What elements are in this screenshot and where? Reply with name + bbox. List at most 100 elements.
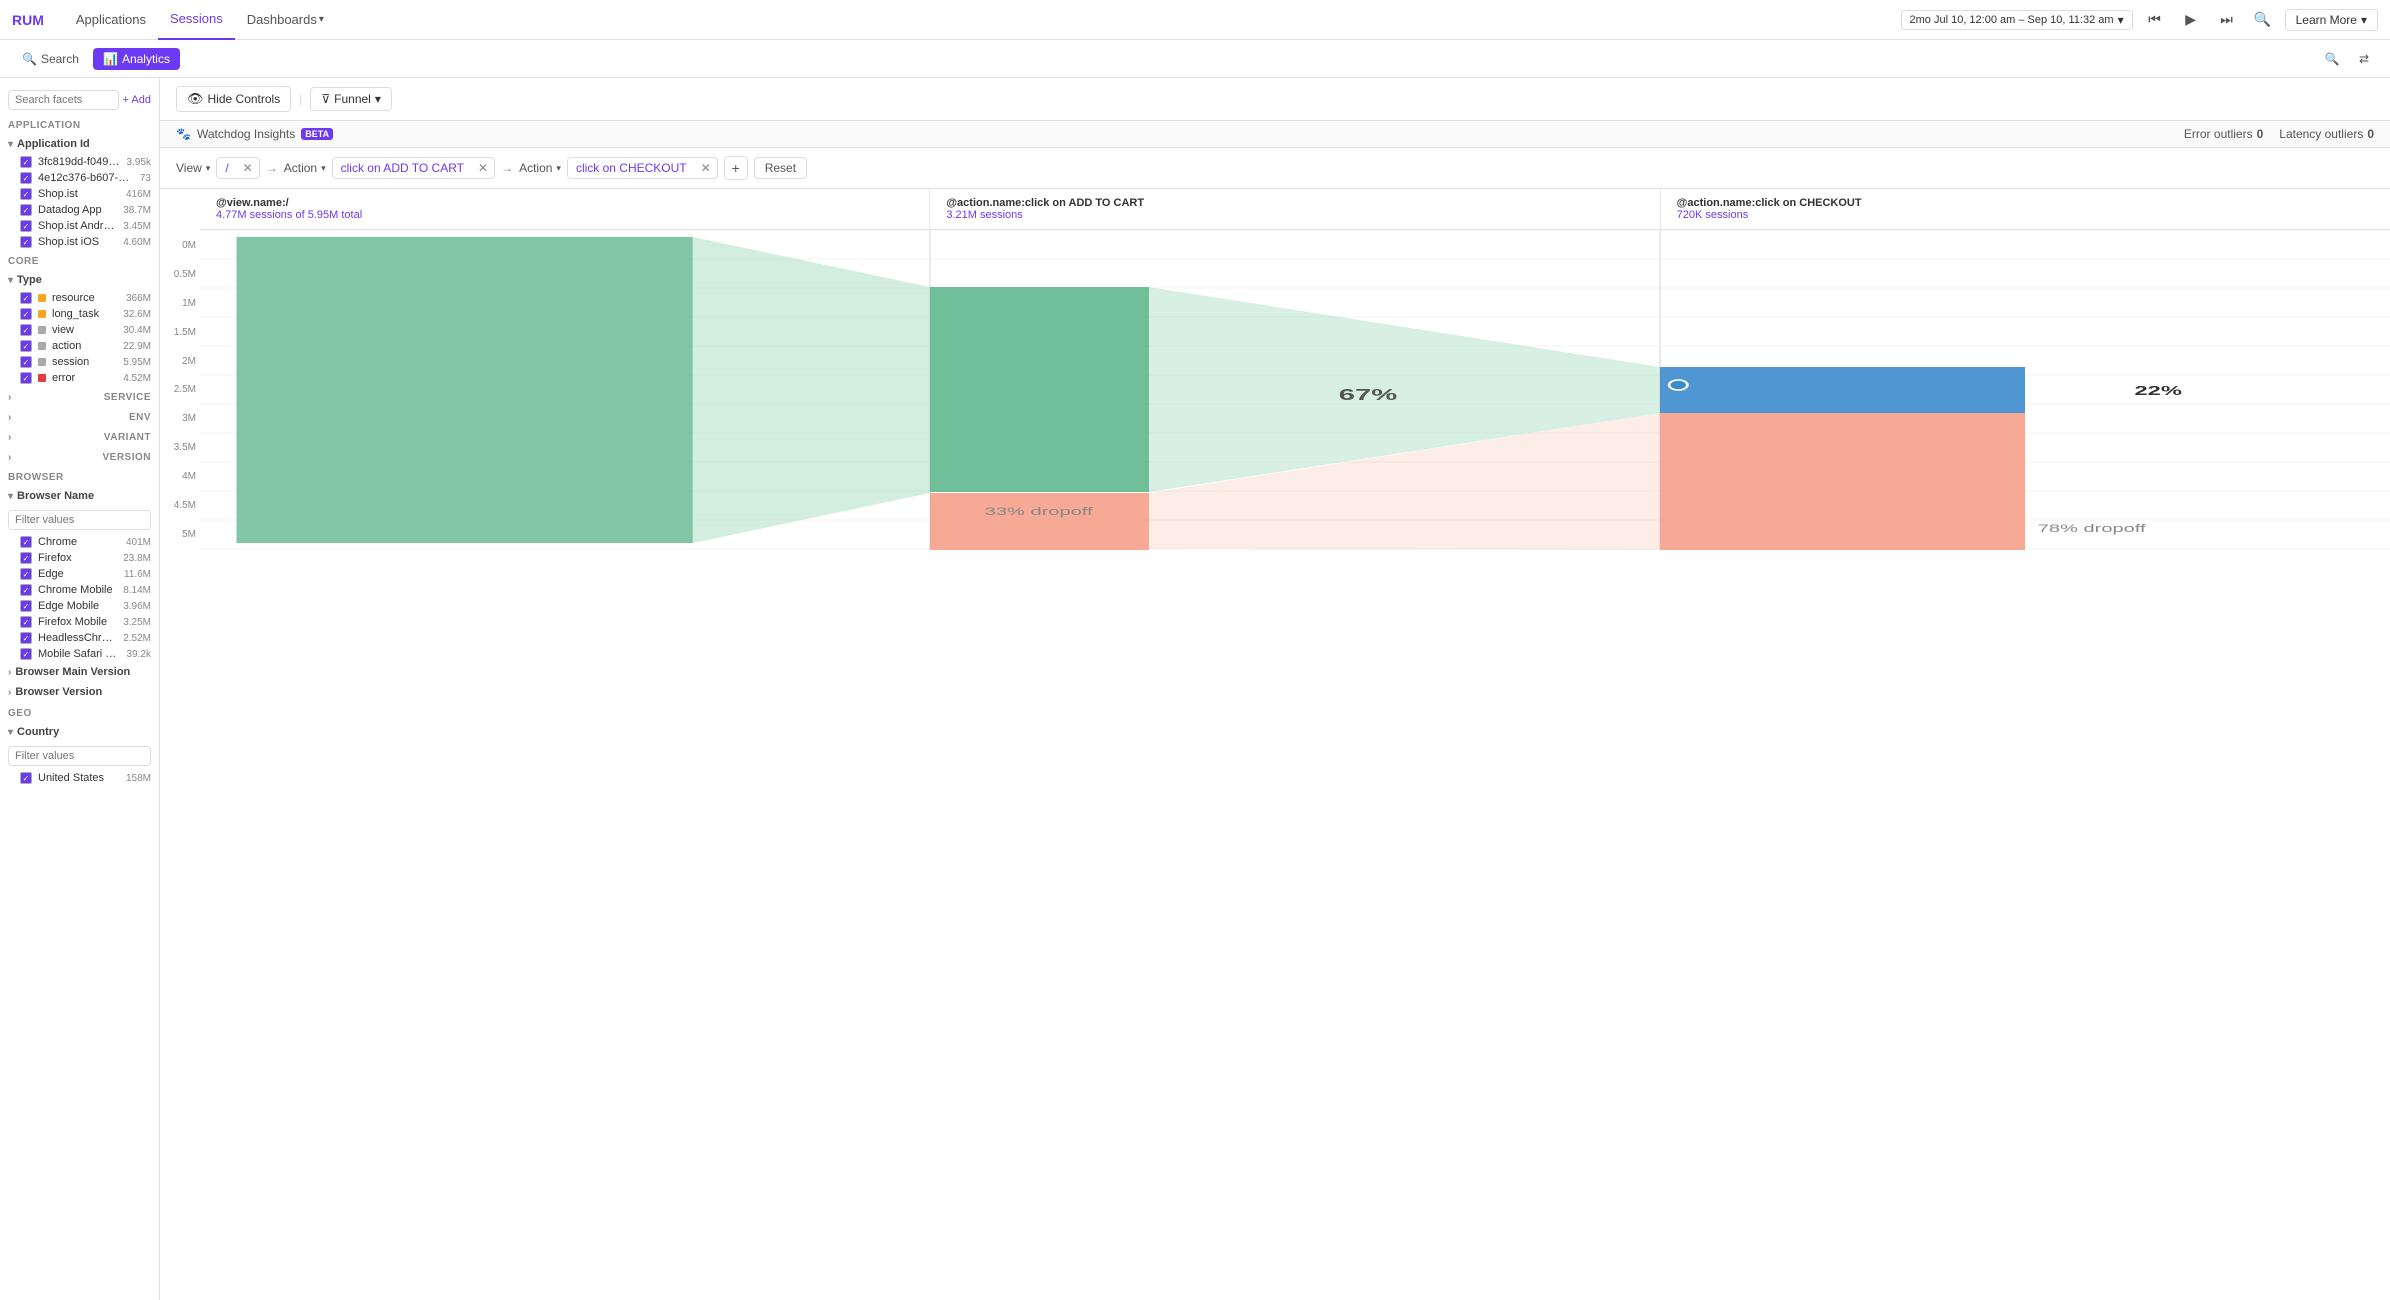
add-filter-button[interactable]: +: [724, 156, 748, 180]
subsection-type[interactable]: ▾ Type: [0, 270, 159, 290]
checkbox-firefox-mobile[interactable]: [20, 616, 32, 628]
list-item[interactable]: Chrome Mobile 8.14M: [0, 582, 159, 598]
subsection-browser-version[interactable]: › Browser Version: [0, 682, 159, 702]
checkbox-type5[interactable]: [20, 356, 32, 368]
search-facets-icon[interactable]: 🔍: [2318, 45, 2346, 73]
list-item[interactable]: HeadlessChrome 2.52M: [0, 630, 159, 646]
checkbox-mobile-safari[interactable]: [20, 648, 32, 660]
chevron-down-icon: ▾: [2361, 13, 2367, 27]
type-color-dot: [38, 342, 46, 350]
rewind-icon[interactable]: ⏮: [2141, 6, 2169, 34]
clear-view-filter[interactable]: ✕: [237, 158, 259, 178]
list-item[interactable]: Shop.ist iOS 4.60M: [0, 234, 159, 250]
checkbox-type6[interactable]: [20, 372, 32, 384]
action2-filter-chip[interactable]: click on CHECKOUT ✕: [567, 157, 718, 179]
clear-action1-filter[interactable]: ✕: [472, 158, 494, 178]
list-item[interactable]: Shop.ist 416M: [0, 186, 159, 202]
reset-button[interactable]: Reset: [754, 157, 807, 179]
funnel-button[interactable]: ⊽ Funnel ▾: [310, 87, 392, 111]
subsection-country[interactable]: ▾ Country: [0, 722, 159, 742]
section-service[interactable]: › Service: [0, 386, 159, 406]
browser-filter-input[interactable]: [8, 510, 151, 530]
list-item[interactable]: 3fc819dd-f049-4bfe-82a... 3.95k: [0, 154, 159, 170]
nav-sessions[interactable]: Sessions: [158, 0, 235, 40]
section-geo[interactable]: GEO: [0, 702, 159, 722]
subsection-application-id[interactable]: ▾ Application Id: [0, 134, 159, 154]
bar-col2-green: [930, 287, 1149, 492]
country-filter-input[interactable]: [8, 746, 151, 766]
checkbox-app1[interactable]: [20, 156, 32, 168]
view-filter-label: View ▾: [176, 161, 210, 175]
checkbox-type2[interactable]: [20, 308, 32, 320]
checkbox-app3[interactable]: [20, 188, 32, 200]
list-item[interactable]: action 22.9M: [0, 338, 159, 354]
chevron-down-icon: ▾: [206, 163, 211, 174]
search-icon: 🔍: [22, 52, 37, 66]
section-application[interactable]: APPLICATION: [0, 114, 159, 134]
y-label-25: 2.5M: [174, 384, 196, 395]
hide-controls-button[interactable]: 👁 Hide Controls: [176, 86, 291, 112]
checkbox-headless[interactable]: [20, 632, 32, 644]
list-item[interactable]: Datadog App 38.7M: [0, 202, 159, 218]
col3-attr-label: @action.name:click on CHECKOUT: [1677, 197, 2374, 209]
checkbox-type4[interactable]: [20, 340, 32, 352]
list-item[interactable]: Firefox 23.8M: [0, 550, 159, 566]
list-item[interactable]: Chrome 401M: [0, 534, 159, 550]
section-core[interactable]: CORE: [0, 250, 159, 270]
section-browser[interactable]: BROWSER: [0, 466, 159, 486]
content-toolbar: 👁 Hide Controls | ⊽ Funnel ▾: [160, 78, 2390, 121]
nav-dashboards[interactable]: Dashboards ▾: [235, 0, 336, 40]
checkbox-edge-mobile[interactable]: [20, 600, 32, 612]
list-item[interactable]: view 30.4M: [0, 322, 159, 338]
checkbox-app6[interactable]: [20, 236, 32, 248]
checkbox-us[interactable]: [20, 772, 32, 784]
cursor-indicator: [1669, 380, 1687, 390]
search-facets-input[interactable]: [8, 90, 119, 110]
list-item[interactable]: Mobile Safari UI/WK... 39.2k: [0, 646, 159, 662]
list-item[interactable]: Shop.ist Android 3.45M: [0, 218, 159, 234]
list-item[interactable]: session 5.95M: [0, 354, 159, 370]
checkbox-type1[interactable]: [20, 292, 32, 304]
fast-forward-icon[interactable]: ⏭: [2213, 6, 2241, 34]
chart-icon: 📊: [103, 52, 118, 66]
main-layout: + Add APPLICATION ▾ Application Id 3fc81…: [0, 78, 2390, 1300]
search-button[interactable]: 🔍 Search: [12, 48, 89, 70]
section-variant[interactable]: › Variant: [0, 426, 159, 446]
checkbox-type3[interactable]: [20, 324, 32, 336]
list-item[interactable]: Edge 11.6M: [0, 566, 159, 582]
list-item[interactable]: Firefox Mobile 3.25M: [0, 614, 159, 630]
section-version[interactable]: › Version: [0, 446, 159, 466]
add-facet-button[interactable]: + Add: [123, 94, 151, 106]
checkbox-chrome[interactable]: [20, 536, 32, 548]
learn-more-button[interactable]: Learn More ▾: [2285, 9, 2378, 31]
search-icon[interactable]: 🔍: [2249, 6, 2277, 34]
view-filter-chip[interactable]: / ✕: [216, 157, 259, 179]
list-item[interactable]: error 4.52M: [0, 370, 159, 386]
subsection-browser-main-version[interactable]: › Browser Main Version: [0, 662, 159, 682]
checkbox-firefox[interactable]: [20, 552, 32, 564]
time-selector[interactable]: 2mo Jul 10, 12:00 am – Sep 10, 11:32 am …: [1901, 10, 2133, 30]
filter-row: View ▾ / ✕ → Action ▾ click on ADD TO CA…: [160, 148, 2390, 189]
analytics-button[interactable]: 📊 Analytics: [93, 48, 180, 70]
list-item[interactable]: long_task 32.6M: [0, 306, 159, 322]
list-item[interactable]: resource 366M: [0, 290, 159, 306]
subsection-browser-name[interactable]: ▾ Browser Name: [0, 486, 159, 506]
nav-applications[interactable]: Applications: [64, 0, 158, 40]
action1-filter-chip[interactable]: click on ADD TO CART ✕: [332, 157, 495, 179]
checkbox-edge[interactable]: [20, 568, 32, 580]
play-icon[interactable]: ▶: [2177, 6, 2205, 34]
checkbox-app2[interactable]: [20, 172, 32, 184]
list-item[interactable]: Edge Mobile 3.96M: [0, 598, 159, 614]
list-item[interactable]: 4e12c376-b607-495d-aa... 73: [0, 170, 159, 186]
chevron-down-icon: ▾: [321, 163, 326, 174]
col1-stats-label: 4.77M sessions of 5.95M total: [216, 209, 913, 221]
checkbox-app5[interactable]: [20, 220, 32, 232]
checkbox-app4[interactable]: [20, 204, 32, 216]
list-item[interactable]: United States 158M: [0, 770, 159, 786]
checkbox-chrome-mobile[interactable]: [20, 584, 32, 596]
y-label-2: 2M: [182, 356, 196, 367]
section-env[interactable]: › Env: [0, 406, 159, 426]
col3-stats-label: 720K sessions: [1677, 209, 2374, 221]
clear-action2-filter[interactable]: ✕: [695, 158, 717, 178]
expand-icon[interactable]: ⇄: [2350, 45, 2378, 73]
